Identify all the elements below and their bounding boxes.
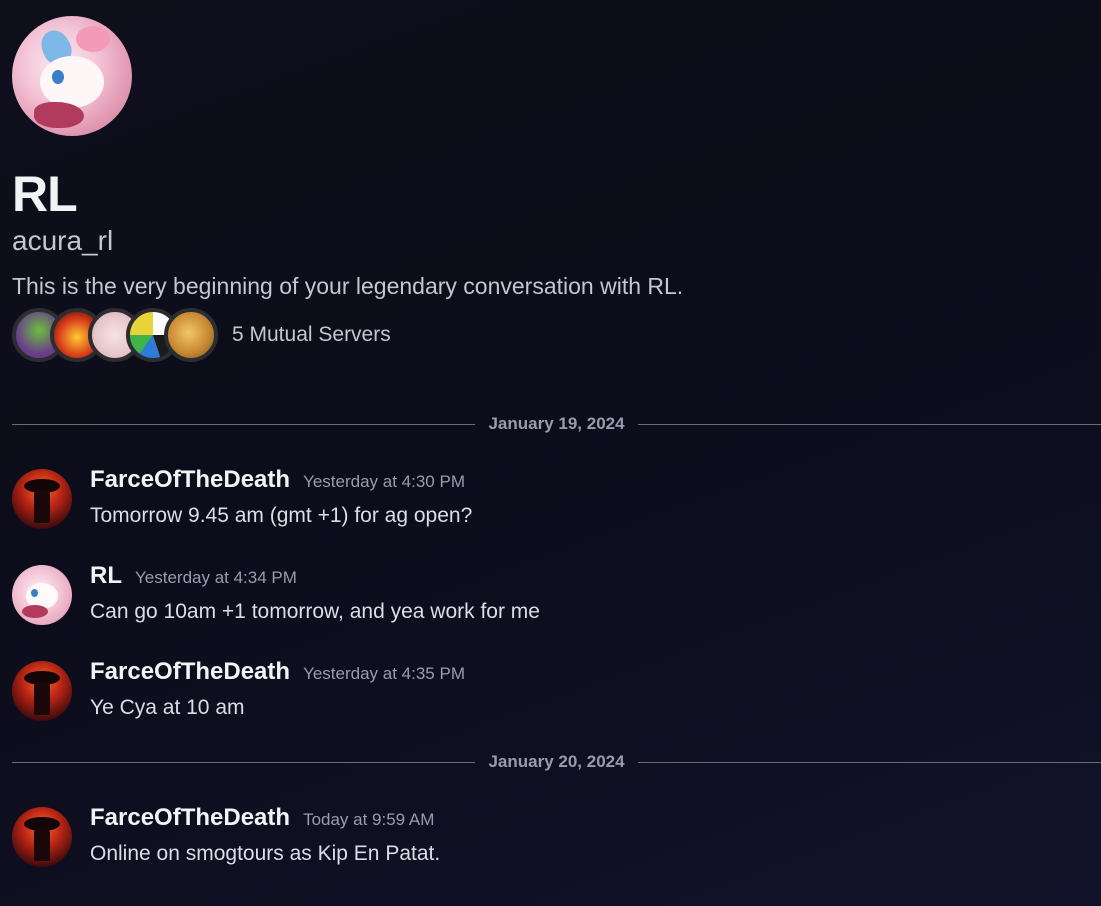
message-timestamp: Yesterday at 4:34 PM <box>135 568 297 587</box>
message-content: Tomorrow 9.45 am (gmt +1) for ag open? <box>90 504 473 527</box>
divider-line <box>12 761 476 763</box>
message-content: Ye Cya at 10 am <box>90 696 245 719</box>
date-divider: January 20, 2024 <box>12 750 1101 774</box>
profile-avatar[interactable] <box>12 16 132 136</box>
divider-date: January 19, 2024 <box>488 414 625 433</box>
message-content: Online on smogtours as Kip En Patat. <box>90 842 441 865</box>
divider-line <box>12 423 476 425</box>
message-content: Can go 10am +1 tomorrow, and yea work fo… <box>90 600 540 623</box>
profile-display-name: RL <box>12 166 78 222</box>
divider-line <box>637 761 1101 763</box>
message-avatar[interactable] <box>12 565 72 625</box>
message-author[interactable]: FarceOfTheDeath <box>90 658 290 686</box>
message-avatar[interactable] <box>12 807 72 867</box>
date-divider: January 19, 2024 <box>12 412 1101 436</box>
mutual-server-icons[interactable] <box>12 308 218 362</box>
message-timestamp: Yesterday at 4:30 PM <box>303 472 465 491</box>
message-item[interactable]: FarceOfTheDeath Yesterday at 4:30 PM Tom… <box>12 466 1092 529</box>
dm-profile-header: RL acura_rl This is the very beginning o… <box>12 16 1092 362</box>
divider-line <box>637 423 1101 425</box>
message-timestamp: Yesterday at 4:35 PM <box>303 664 465 683</box>
message-author[interactable]: FarceOfTheDeath <box>90 466 290 494</box>
conversation-intro-text: This is the very beginning of your legen… <box>12 273 684 299</box>
message-avatar[interactable] <box>12 661 72 721</box>
server-icon[interactable] <box>164 308 218 362</box>
message-item[interactable]: RL Yesterday at 4:34 PM Can go 10am +1 t… <box>12 562 1092 625</box>
divider-date: January 20, 2024 <box>488 752 625 771</box>
mutual-servers[interactable]: 5 Mutual Servers <box>12 308 1092 362</box>
message-timestamp: Today at 9:59 AM <box>303 810 435 829</box>
message-avatar[interactable] <box>12 469 72 529</box>
message-author[interactable]: RL <box>90 562 122 590</box>
message-item[interactable]: FarceOfTheDeath Today at 9:59 AM Online … <box>12 804 1092 867</box>
message-author[interactable]: FarceOfTheDeath <box>90 804 290 832</box>
message-item[interactable]: FarceOfTheDeath Yesterday at 4:35 PM Ye … <box>12 658 1092 721</box>
profile-username: acura_rl <box>12 225 114 256</box>
mutual-servers-label[interactable]: 5 Mutual Servers <box>232 323 391 347</box>
